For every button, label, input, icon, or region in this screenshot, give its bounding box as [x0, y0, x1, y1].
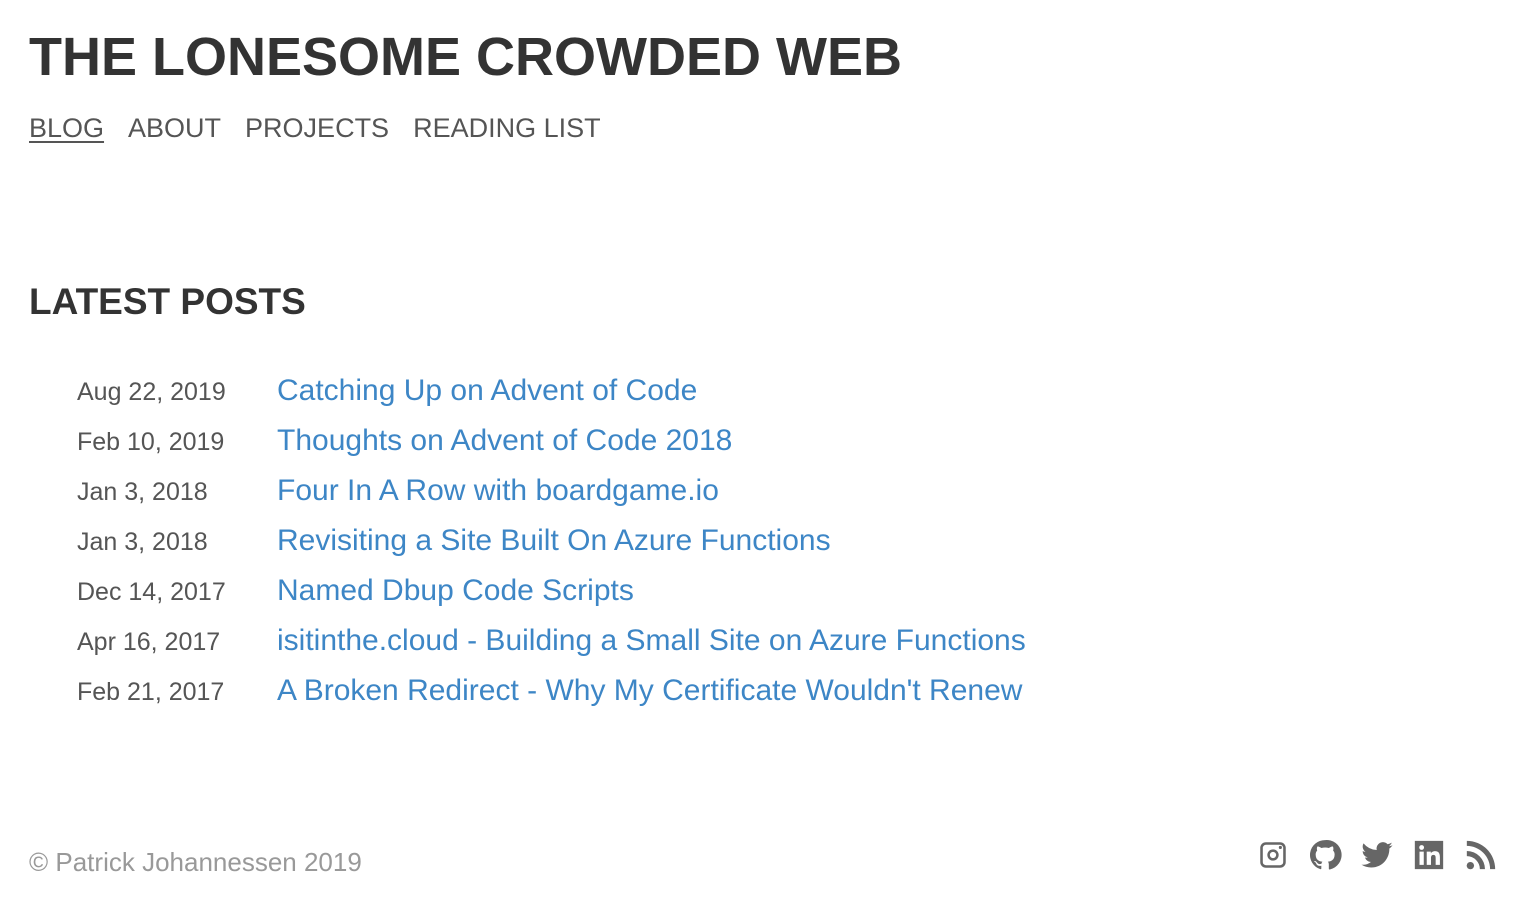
- linkedin-link[interactable]: [1412, 838, 1446, 872]
- twitter-link[interactable]: [1360, 838, 1394, 872]
- post-item: Jan 3, 2018 Four In A Row with boardgame…: [77, 466, 1026, 516]
- footer-copyright: © Patrick Johannessen 2019: [29, 847, 362, 877]
- post-link[interactable]: Revisiting a Site Built On Azure Functio…: [277, 516, 831, 566]
- twitter-icon: [1361, 842, 1393, 868]
- nav-item-blog[interactable]: BLOG: [29, 111, 104, 145]
- site-title[interactable]: THE LONESOME CROWDED WEB: [29, 26, 902, 88]
- nav-item-reading-list[interactable]: READING LIST: [413, 111, 601, 145]
- post-link[interactable]: Named Dbup Code Scripts: [277, 566, 634, 616]
- section-title: LATEST POSTS: [29, 281, 306, 322]
- post-date: Jan 3, 2018: [77, 478, 208, 506]
- github-icon: [1309, 840, 1342, 870]
- post-date: Feb 21, 2017: [77, 678, 225, 706]
- post-item: Jan 3, 2018 Revisiting a Site Built On A…: [77, 516, 1026, 566]
- post-item: Feb 21, 2017 A Broken Redirect - Why My …: [77, 666, 1026, 716]
- post-link[interactable]: isitinthe.cloud - Building a Small Site …: [277, 616, 1026, 666]
- post-link[interactable]: Thoughts on Advent of Code 2018: [277, 416, 732, 466]
- post-item: Dec 14, 2017 Named Dbup Code Scripts: [77, 566, 1026, 616]
- instagram-link[interactable]: [1256, 838, 1290, 872]
- post-date: Aug 22, 2019: [77, 378, 226, 406]
- main-nav: BLOG ABOUT PROJECTS READING LIST: [29, 111, 625, 145]
- nav-item-projects[interactable]: PROJECTS: [245, 111, 389, 145]
- post-date: Jan 3, 2018: [77, 528, 208, 556]
- post-link[interactable]: Catching Up on Advent of Code: [277, 366, 697, 416]
- social-links: [1256, 838, 1498, 872]
- post-list: Aug 22, 2019 Catching Up on Advent of Co…: [77, 366, 1026, 716]
- rss-icon: [1466, 840, 1496, 870]
- instagram-icon: [1260, 842, 1286, 868]
- post-link[interactable]: A Broken Redirect - Why My Certificate W…: [277, 666, 1022, 716]
- github-link[interactable]: [1308, 838, 1342, 872]
- post-date: Apr 16, 2017: [77, 628, 221, 656]
- post-item: Aug 22, 2019 Catching Up on Advent of Co…: [77, 366, 1026, 416]
- rss-link[interactable]: [1464, 838, 1498, 872]
- linkedin-icon: [1414, 840, 1444, 870]
- post-date: Feb 10, 2019: [77, 428, 225, 456]
- post-date: Dec 14, 2017: [77, 578, 226, 606]
- post-item: Feb 10, 2019 Thoughts on Advent of Code …: [77, 416, 1026, 466]
- post-item: Apr 16, 2017 isitinthe.cloud - Building …: [77, 616, 1026, 666]
- post-link[interactable]: Four In A Row with boardgame.io: [277, 466, 719, 516]
- nav-item-about[interactable]: ABOUT: [128, 111, 221, 145]
